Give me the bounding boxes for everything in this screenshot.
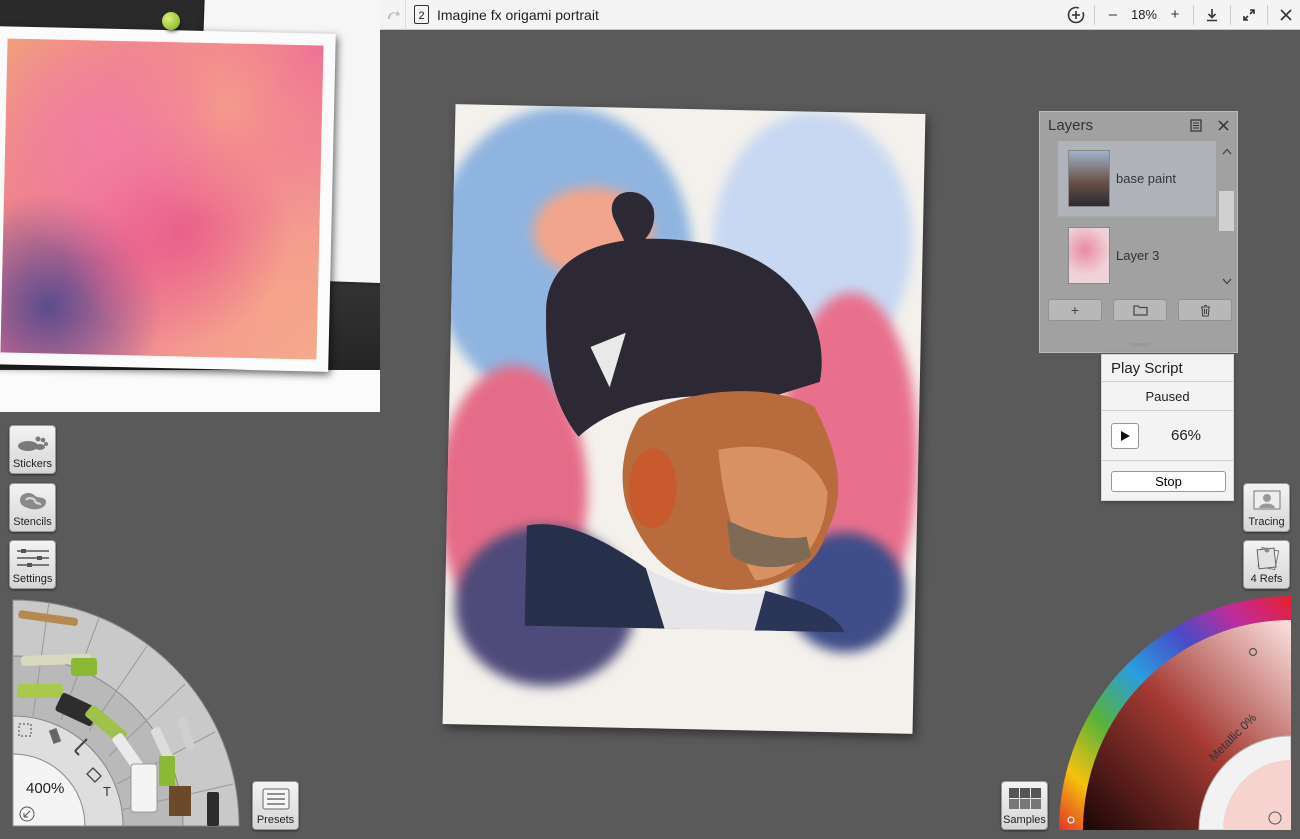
reference-painting (0, 38, 324, 360)
presets-label: Presets (256, 814, 295, 826)
play-button[interactable] (1111, 422, 1139, 449)
scroll-thumb[interactable] (1219, 191, 1234, 231)
text-tool-icon: T (103, 784, 111, 799)
add-layer-button[interactable]: + (1048, 299, 1102, 321)
folder-icon[interactable] (1113, 299, 1167, 321)
play-script-panel: Play Script Paused 66% Stop (1101, 354, 1234, 501)
doc-number: 2 (418, 10, 425, 22)
zoom-out-button[interactable]: – (1099, 0, 1127, 30)
layer-name: base paint (1116, 171, 1176, 186)
play-script-title: Play Script (1102, 355, 1233, 382)
redo-icon[interactable] (380, 0, 406, 30)
document-icon[interactable]: 2 (414, 5, 429, 24)
expand-icon[interactable] (1235, 0, 1263, 30)
resize-grip[interactable] (1130, 343, 1150, 346)
download-icon[interactable] (1198, 0, 1226, 30)
zoom-in-button[interactable]: + (1161, 0, 1189, 30)
reference-photo[interactable] (0, 26, 336, 372)
stencils-button[interactable]: Stencils (9, 483, 56, 532)
layers-menu-icon[interactable] (1181, 111, 1209, 140)
painting-canvas[interactable] (442, 104, 926, 734)
settings-button[interactable]: Settings (9, 540, 56, 589)
layers-panel[interactable]: Layers base paint Layer 3 + (1039, 111, 1238, 353)
trash-icon[interactable] (1178, 299, 1232, 321)
presets-icon (258, 788, 294, 810)
scroll-track[interactable] (1217, 161, 1236, 271)
presets-button[interactable]: Presets (252, 781, 299, 830)
samples-icon (1007, 788, 1043, 810)
divider (1267, 4, 1268, 25)
stencils-icon (15, 490, 51, 512)
tracing-label: Tracing (1248, 516, 1285, 528)
play-script-progress: 66% (1170, 427, 1202, 444)
settings-label: Settings (12, 573, 53, 585)
stickers-label: Stickers (12, 458, 53, 470)
color-picker-wheel[interactable] (1059, 596, 1291, 830)
layers-scrollbar[interactable] (1216, 141, 1236, 291)
layers-header: Layers (1040, 111, 1237, 140)
stencils-label: Stencils (13, 516, 52, 528)
layer-item[interactable]: Layer 3 (1058, 218, 1216, 294)
layer-thumbnail (1068, 150, 1110, 207)
layer-name: Layer 3 (1116, 248, 1160, 263)
references-button[interactable]: 4 Refs (1243, 540, 1290, 589)
top-toolbar: 2 Imagine fx origami portrait – 18% + (380, 0, 1300, 30)
tracing-button[interactable]: Tracing (1243, 483, 1290, 532)
play-script-status: Paused (1102, 382, 1233, 411)
references-icon (1249, 546, 1285, 570)
portrait-figure (524, 191, 845, 633)
timelapse-add-icon[interactable] (1062, 0, 1090, 30)
divider (1230, 4, 1231, 25)
close-icon[interactable] (1272, 0, 1300, 30)
samples-button[interactable]: Samples (1001, 781, 1048, 830)
pin-icon[interactable] (162, 12, 180, 30)
stop-button[interactable]: Stop (1111, 471, 1226, 492)
samples-label: Samples (1003, 814, 1046, 826)
scroll-up-icon[interactable] (1217, 141, 1236, 161)
reference-image-panel[interactable] (0, 0, 380, 412)
settings-icon (15, 547, 51, 569)
stickers-button[interactable]: Stickers (9, 425, 56, 474)
close-icon[interactable] (1209, 111, 1237, 140)
layers-title: Layers (1048, 117, 1094, 134)
play-icon (1120, 430, 1130, 441)
stickers-icon (15, 432, 51, 454)
layer-thumbnail (1068, 227, 1110, 284)
scroll-down-icon[interactable] (1217, 271, 1236, 291)
layer-item[interactable]: base paint (1058, 141, 1216, 217)
brush-zoom-level: 400% (26, 780, 65, 797)
tracing-icon (1249, 490, 1285, 512)
reference-frame-bottom (0, 370, 380, 412)
divider (1093, 4, 1095, 25)
divider (1193, 4, 1194, 25)
zoom-level: 18% (1130, 7, 1157, 22)
document-title[interactable]: Imagine fx origami portrait (437, 7, 599, 23)
references-label: 4 Refs (1250, 573, 1283, 585)
